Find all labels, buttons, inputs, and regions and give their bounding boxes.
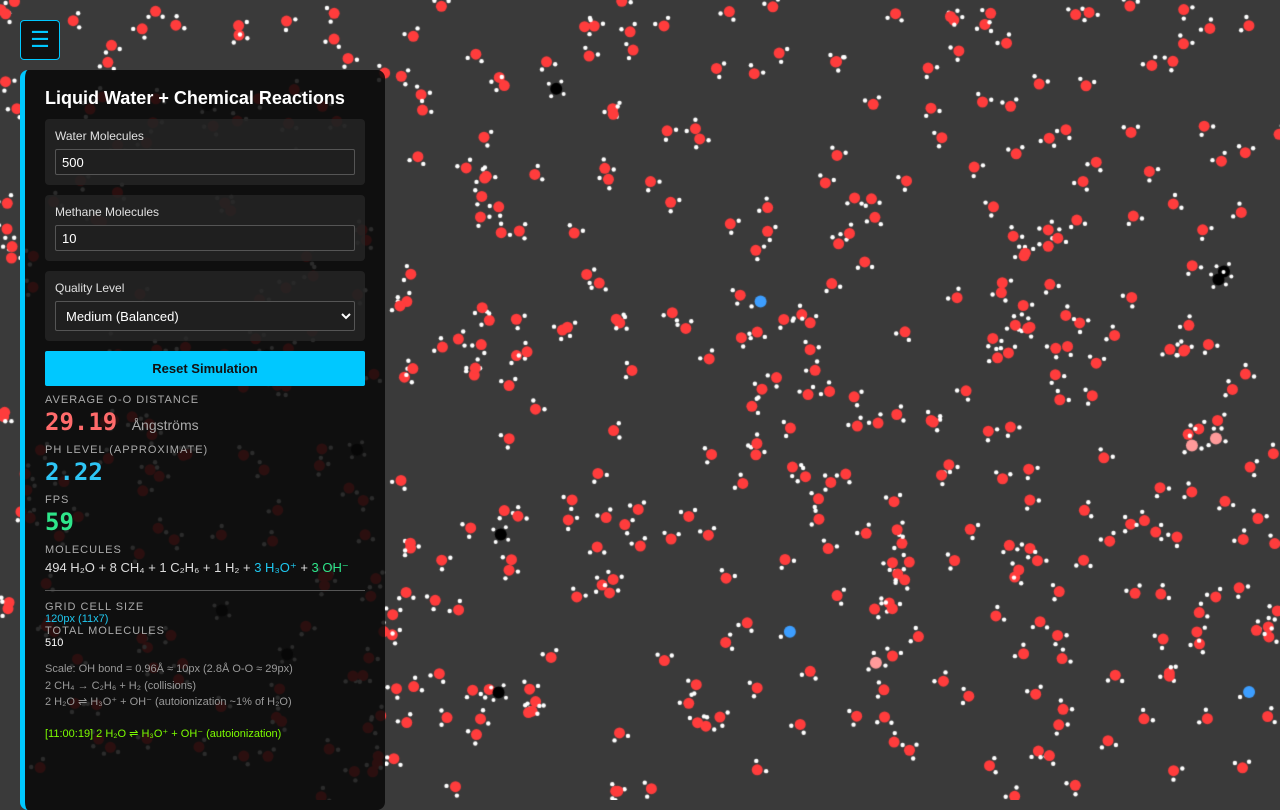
reset-button[interactable]: Reset Simulation [45, 351, 365, 386]
molecules-plain: 494 H₂O + 8 CH₄ + 1 C₂H₆ + 1 H₂ + [45, 560, 255, 575]
quality-select[interactable]: Medium (Balanced) [55, 301, 355, 331]
molecules-oh: 3 OH⁻ [311, 560, 349, 575]
quality-label: Quality Level [55, 281, 125, 295]
hamburger-icon: ☰ [30, 27, 50, 52]
water-input[interactable] [55, 149, 355, 175]
grid-cell-label: GRID CELL SIZE [45, 601, 145, 613]
ph-value: 2.22 [45, 458, 103, 486]
total-molecules-label: TOTAL MOLECULES [45, 625, 165, 637]
ph-label: PH LEVEL (APPROXIMATE) [45, 444, 209, 456]
fps-label: FPS [45, 494, 70, 506]
control-panel: Liquid Water + Chemical Reactions Water … [20, 70, 385, 810]
molecules-label: MOLECULES [45, 544, 122, 556]
notes: Scale: OH bond = 0.96Å ≈ 10px (2.8Å O-O … [45, 661, 365, 711]
event-log: [11:00:19] 2 H₂O ⇌ H₃O⁺ + OH⁻ (autoioniz… [45, 727, 282, 740]
avg-oo-stat: 29.19 Ångströms [45, 408, 365, 436]
reaction-water-note: 2 H₂O ⇌ H₃O⁺ + OH⁻ (autoionization ~1% o… [45, 696, 292, 708]
methane-label: Methane Molecules [55, 205, 160, 219]
methane-input[interactable] [55, 225, 355, 251]
divider [45, 590, 365, 591]
fps-value: 59 [45, 508, 74, 536]
reaction-methane-note: 2 CH₄ → C₂H₆ + H₂ (collisions) [45, 679, 197, 692]
grid-cell-value: 120px (11x7) [45, 613, 109, 625]
water-group: Water Molecules [45, 119, 365, 185]
water-label: Water Molecules [55, 129, 144, 143]
molecules-breakdown: 494 H₂O + 8 CH₄ + 1 C₂H₆ + 1 H₂ + 3 H₃O⁺… [45, 560, 365, 576]
molecules-plus: + [296, 560, 312, 575]
menu-button[interactable]: ☰ [20, 20, 60, 60]
molecules-h3o: 3 H₃O⁺ [254, 560, 297, 575]
methane-group: Methane Molecules [45, 195, 365, 261]
scale-note: Scale: OH bond = 0.96Å ≈ 10px (2.8Å O-O … [45, 663, 293, 675]
quality-group: Quality Level Medium (Balanced) [45, 271, 365, 341]
avg-oo-value: 29.19 [45, 408, 118, 436]
avg-oo-unit: Ångströms [131, 417, 199, 433]
total-molecules-value: 510 [45, 637, 64, 649]
panel-title: Liquid Water + Chemical Reactions [45, 88, 345, 108]
avg-oo-label: AVERAGE O-O DISTANCE [45, 394, 200, 406]
